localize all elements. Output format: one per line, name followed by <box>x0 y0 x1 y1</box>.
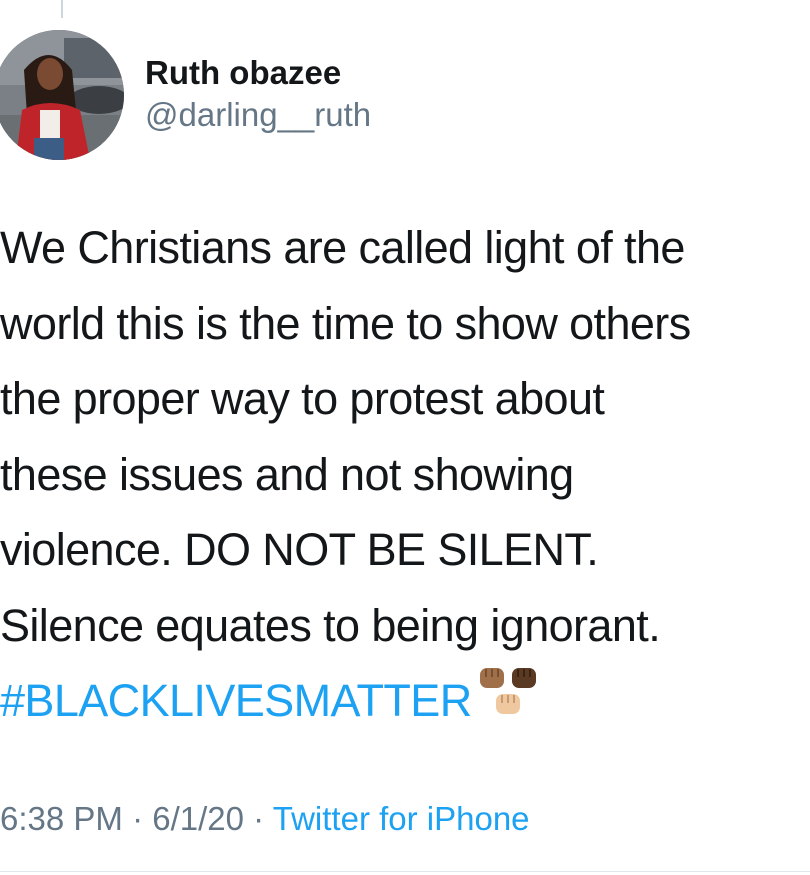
profile-photo-icon <box>0 30 124 160</box>
hashtag-line: #BLACKLIVESMATTER <box>0 663 810 739</box>
tweet-text-line: Silence equates to being ignorant. <box>0 599 661 651</box>
tweet-date[interactable]: 6/1/20 <box>152 800 244 837</box>
tweet-text-line: these issues and not showing <box>0 448 574 500</box>
tweet-text-line: the proper way to protest about <box>0 373 605 424</box>
meta-separator: · <box>132 800 144 837</box>
tweet-text-line: violence. DO NOT BE SILENT. <box>0 524 599 575</box>
bottom-divider <box>0 871 810 872</box>
tweet-text-line: We Christians are called light of the <box>0 222 685 273</box>
author-display-name[interactable]: Ruth obazee <box>145 54 341 92</box>
tweet-header: Ruth obazee @darling__ruth <box>0 30 810 160</box>
hashtag-link[interactable]: #BLACKLIVESMATTER <box>0 675 472 726</box>
tweet-source-link[interactable]: Twitter for iPhone <box>273 800 530 837</box>
raised-fists-icon <box>476 664 544 724</box>
author-handle[interactable]: @darling__ruth <box>145 96 371 134</box>
meta-separator: · <box>253 800 265 837</box>
tweet-meta: 6:38 PM · 6/1/20 · Twitter for iPhone <box>0 800 530 838</box>
tweet-time[interactable]: 6:38 PM <box>0 800 123 837</box>
fist-light-icon <box>495 694 520 714</box>
tweet-text: We Christians are called light of the wo… <box>0 210 810 739</box>
tweet-text-line: world this is the time to show others <box>0 297 691 349</box>
thread-connector-line <box>61 0 63 18</box>
avatar[interactable] <box>0 30 124 160</box>
